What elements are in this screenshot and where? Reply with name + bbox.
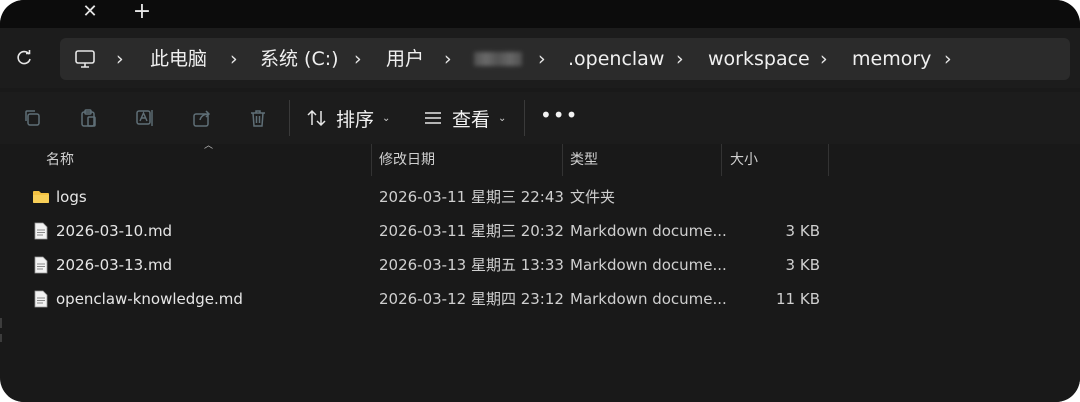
column-divider[interactable]: [562, 144, 563, 176]
breadcrumb-memory[interactable]: memory: [852, 38, 931, 80]
file-size: 11 KB: [776, 290, 820, 308]
sort-label: 排序: [336, 108, 375, 131]
breadcrumb-openclaw[interactable]: .openclaw: [568, 38, 664, 80]
breadcrumb-separator[interactable]: ›: [676, 38, 684, 80]
computer-icon: [75, 50, 95, 68]
view-label: 查看: [452, 108, 491, 131]
more-options-button[interactable]: •••: [540, 100, 577, 136]
refresh-button[interactable]: [8, 42, 40, 74]
breadcrumb-workspace[interactable]: workspace: [708, 38, 810, 80]
breadcrumb-separator[interactable]: ›: [116, 38, 124, 80]
copy-button[interactable]: [20, 106, 44, 130]
rename-icon: [136, 110, 153, 126]
toolbar-divider: [524, 100, 525, 136]
column-divider[interactable]: [721, 144, 722, 176]
breadcrumb-users[interactable]: 用户: [386, 38, 424, 80]
column-header-type[interactable]: 类型: [570, 144, 598, 176]
share-icon: [193, 110, 211, 127]
file-type: Markdown docume...: [570, 256, 727, 274]
file-row[interactable]: 2026-03-10.md 2026-03-11 星期三 20:32 Markd…: [8, 214, 1072, 248]
command-bar: 排序 ⌄ 查看 ⌄ •••: [0, 92, 1080, 144]
share-button[interactable]: [190, 106, 214, 130]
file-name: logs: [56, 188, 87, 206]
address-row: › 此电脑 › 系统 (C:) › 用户 › › .openclaw › wor…: [0, 28, 1080, 88]
chevron-down-icon: ⌄: [498, 112, 507, 124]
breadcrumb-separator[interactable]: ›: [820, 38, 828, 80]
file-row[interactable]: openclaw-knowledge.md 2026-03-12 星期四 23:…: [8, 282, 1072, 316]
file-type: Markdown docume...: [570, 290, 727, 308]
file-size: 3 KB: [785, 222, 820, 240]
file-row[interactable]: 2026-03-13.md 2026-03-13 星期五 13:33 Markd…: [8, 248, 1072, 282]
breadcrumb-this-pc[interactable]: 此电脑: [150, 38, 207, 80]
column-divider[interactable]: [828, 144, 829, 176]
column-divider[interactable]: [371, 144, 372, 176]
file-icon: [34, 256, 48, 274]
refresh-icon: [17, 50, 31, 65]
view-button[interactable]: 查看 ⌄: [422, 100, 506, 136]
window-resize-edge: [0, 318, 2, 342]
file-modified: 2026-03-11 星期三 20:32: [379, 222, 564, 240]
paste-button[interactable]: [76, 106, 100, 130]
redacted-username[interactable]: [474, 52, 522, 66]
toolbar-divider: [289, 100, 290, 136]
file-modified: 2026-03-12 星期四 23:12: [379, 290, 564, 308]
breadcrumb-separator[interactable]: ›: [444, 38, 452, 80]
trash-icon: [251, 110, 265, 127]
chevron-down-icon: ⌄: [382, 112, 391, 124]
folder-icon: [33, 191, 49, 203]
file-icon: [34, 222, 48, 240]
file-name: 2026-03-10.md: [56, 222, 173, 240]
file-row[interactable]: logs 2026-03-11 星期三 22:43 文件夹: [8, 180, 1072, 214]
file-icon: [34, 290, 48, 308]
file-name: openclaw-knowledge.md: [56, 290, 243, 308]
sort-up-icon: ︿: [204, 141, 214, 151]
paste-icon: [81, 109, 96, 127]
sort-button[interactable]: 排序 ⌄: [306, 100, 390, 136]
close-tab-button[interactable]: ✕: [76, 0, 104, 26]
file-modified: 2026-03-11 星期三 22:43: [379, 188, 564, 206]
file-type: Markdown docume...: [570, 222, 727, 240]
sort-icon: [307, 109, 326, 127]
file-size: 3 KB: [785, 256, 820, 274]
column-header-name[interactable]: 名称: [46, 144, 74, 176]
file-explorer-window: ✕ + › 此电脑 › 系统 (C:) › 用户 › › .openclaw ›: [0, 0, 1080, 402]
breadcrumb-separator[interactable]: ›: [538, 38, 546, 80]
new-tab-button[interactable]: +: [128, 0, 156, 26]
file-modified: 2026-03-13 星期五 13:33: [379, 256, 564, 274]
file-size: [730, 180, 820, 214]
breadcrumb-separator[interactable]: ›: [944, 38, 952, 80]
view-icon: [425, 112, 441, 124]
copy-icon: [25, 110, 40, 126]
tab-strip: ✕ +: [0, 0, 1080, 28]
breadcrumb-separator[interactable]: ›: [354, 38, 362, 80]
breadcrumb-separator[interactable]: ›: [230, 38, 238, 80]
delete-button[interactable]: [246, 106, 270, 130]
file-name: 2026-03-13.md: [56, 256, 173, 274]
column-header-modified[interactable]: 修改日期: [379, 144, 435, 176]
column-header-size[interactable]: 大小: [730, 144, 758, 176]
breadcrumb-system-drive[interactable]: 系统 (C:): [260, 38, 339, 80]
rename-button[interactable]: [133, 106, 157, 130]
file-list: ︿ 名称 修改日期 类型 大小 logs 2026-03-11 星期三 22:4…: [8, 141, 1080, 402]
address-bar[interactable]: › 此电脑 › 系统 (C:) › 用户 › › .openclaw › wor…: [60, 38, 1070, 80]
file-type: 文件夹: [570, 188, 616, 206]
